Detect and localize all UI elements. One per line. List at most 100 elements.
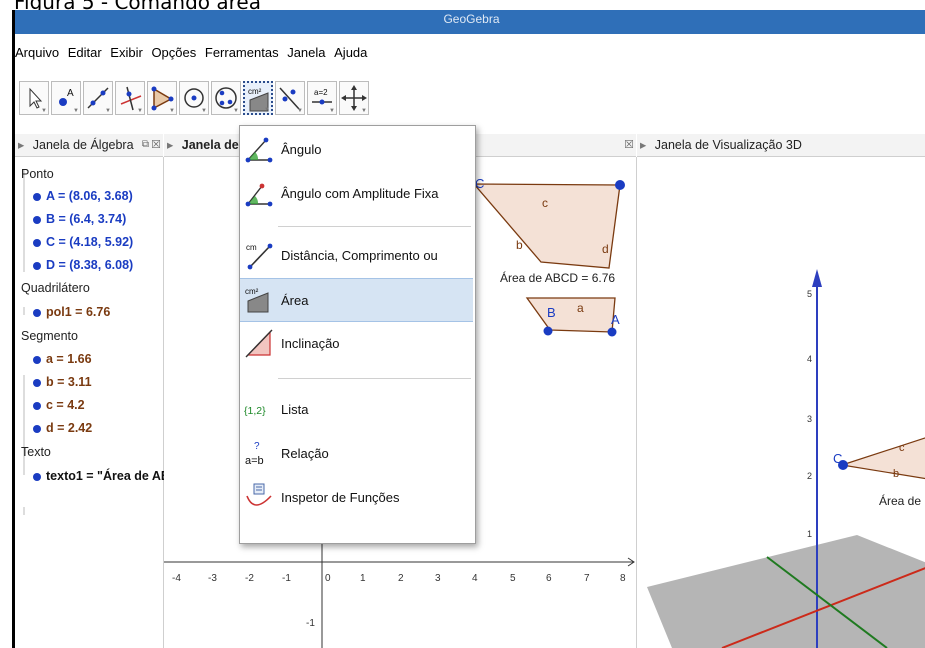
perpendicular-tool-button[interactable]: ▼ [115, 81, 145, 115]
menu-exibir[interactable]: Exibir [110, 45, 143, 60]
visibility-toggle-icon[interactable] [33, 215, 41, 224]
view3d-panel-title: Janela de Visualização 3D [654, 138, 802, 152]
algebra-item-segment-b[interactable]: b = 3.11 [33, 375, 92, 389]
visibility-toggle-icon[interactable] [33, 401, 41, 410]
menu-ajuda[interactable]: Ajuda [334, 45, 367, 60]
y-tick-label: -1 [306, 618, 315, 629]
menu-item-distancia[interactable]: cm Distância, Comprimento ou Perímetro [240, 234, 473, 307]
z-tick-label: 1 [807, 529, 812, 539]
algebra-category-segmento: Segmento [21, 329, 78, 343]
menu-item-angulo-amplitude-fixa[interactable]: Ângulo com Amplitude Fixa [240, 172, 473, 216]
conic-tool-button[interactable]: ▼ [211, 81, 241, 115]
visibility-toggle-icon[interactable] [33, 192, 41, 201]
algebra-panel-header: ▸ Janela de Álgebra ⧉ ☒ [15, 134, 163, 157]
menu-separator [278, 378, 471, 379]
x-tick-label: -1 [282, 573, 291, 584]
menu-arquivo[interactable]: Arquivo [15, 45, 59, 60]
visibility-toggle-icon[interactable] [33, 238, 41, 247]
close-panel-icon[interactable]: ☒ [624, 134, 634, 156]
point-tool-button[interactable]: A ▼ [51, 81, 81, 115]
z-axis-arrow-icon [812, 269, 822, 287]
visibility-toggle-icon[interactable] [33, 261, 41, 270]
panel-collapse-icon[interactable]: ▸ [167, 138, 173, 152]
relation-icon: ? a=b [245, 441, 264, 467]
svg-text:A: A [67, 88, 74, 99]
geogebra-window: GeoGebra Arquivo Editar Exibir Opções Fe… [12, 10, 925, 648]
menu-item-lista[interactable]: {1,2} Lista [240, 388, 473, 432]
x-tick-label: -4 [172, 573, 181, 584]
algebra-item-point-b[interactable]: B = (6.4, 3.74) [33, 212, 126, 226]
menu-item-inspetor-funcoes[interactable]: Inspetor de Funções [240, 476, 473, 520]
algebra-category-ponto: Ponto [21, 167, 54, 181]
slider-tool-button[interactable]: a=2 ▼ [307, 81, 337, 115]
menu-item-relacao[interactable]: ? a=b Relação [240, 432, 473, 476]
circle-tool-button[interactable]: ▼ [179, 81, 209, 115]
algebra-item-point-c[interactable]: C = (4.18, 5.92) [33, 235, 133, 249]
menu-item-label: Inclinação [281, 336, 340, 351]
menu-item-inclinacao[interactable]: Inclinação [240, 322, 473, 366]
algebra-item-pol1[interactable]: pol1 = 6.76 [33, 305, 110, 319]
z-tick-label: 3 [807, 414, 812, 424]
menu-editar[interactable]: Editar [68, 45, 102, 60]
menu-item-area[interactable]: cm² Área [240, 278, 473, 322]
undock-icon[interactable]: ⧉ [142, 134, 149, 156]
algebra-item-point-a[interactable]: A = (8.06, 3.68) [33, 189, 133, 203]
area-tool-button[interactable]: cm² ▼ [243, 81, 273, 115]
close-panel-icon[interactable]: ☒ [151, 134, 161, 156]
polygon-tool-button[interactable]: ▼ [147, 81, 177, 115]
x-tick-label: -2 [245, 573, 254, 584]
move-view-tool-button[interactable]: ▼ [339, 81, 369, 115]
x-tick-label: 6 [546, 573, 552, 584]
menu-janela[interactable]: Janela [287, 45, 325, 60]
menu-item-label: Inspetor de Funções [281, 490, 400, 505]
polygon-pol1-lower[interactable] [525, 297, 616, 333]
point-b[interactable] [543, 326, 553, 336]
polygon-3d[interactable] [841, 437, 925, 480]
panel-collapse-icon[interactable]: ▸ [640, 138, 646, 152]
view3d-panel-header: ▸ Janela de Visualização 3D [637, 134, 925, 157]
segment-b-label: b [516, 238, 523, 252]
svg-text:cm²: cm² [245, 287, 259, 296]
view3d-canvas[interactable]: 5 4 3 2 1 C c b Área de [637, 157, 925, 648]
segment-d-label: d [602, 242, 609, 256]
point-d[interactable] [615, 180, 625, 190]
visibility-toggle-icon[interactable] [33, 308, 41, 317]
reflect-tool-button[interactable]: ▼ [275, 81, 305, 115]
line-tool-button[interactable]: ▼ [83, 81, 113, 115]
visibility-toggle-icon[interactable] [33, 378, 41, 387]
view-3d[interactable]: 5 4 3 2 1 C c b Área de [637, 157, 925, 648]
menu-item-angulo[interactable]: Ângulo [240, 128, 473, 172]
svg-text:a=2: a=2 [314, 88, 328, 97]
point-a[interactable] [607, 327, 617, 337]
area-text[interactable]: Área de ABCD = 6.76 [500, 270, 615, 285]
z-tick-label: 4 [807, 354, 812, 364]
segment-a-label: a [577, 301, 584, 315]
algebra-item-segment-c[interactable]: c = 4.2 [33, 398, 85, 412]
algebra-item-texto1[interactable]: texto1 = "Área de AE [33, 469, 169, 483]
visibility-toggle-icon[interactable] [33, 472, 41, 481]
move-tool-button[interactable]: ▼ [19, 81, 49, 115]
menu-item-label: Ângulo com Amplitude Fixa [281, 186, 439, 201]
point-b-label: B [547, 305, 556, 320]
menu-item-label: Lista [281, 402, 309, 417]
menu-bar: Arquivo Editar Exibir Opções Ferramentas… [15, 34, 925, 72]
x-tick-label: 5 [510, 573, 516, 584]
algebra-item-segment-a[interactable]: a = 1.66 [33, 352, 92, 366]
svg-text:{1,2}: {1,2} [244, 405, 266, 417]
x-tick-label: 2 [398, 573, 404, 584]
z-tick-label: 5 [807, 289, 812, 299]
segment-b-3d-label: b [893, 468, 899, 480]
algebra-category-quadrilatero: Quadrilátero [21, 281, 90, 295]
z-tick-labels: 5 4 3 2 1 [807, 289, 812, 539]
point-c-label: C [475, 176, 484, 191]
algebra-item-segment-d[interactable]: d = 2.42 [33, 421, 92, 435]
algebra-item-point-d[interactable]: D = (8.38, 6.08) [33, 258, 133, 272]
visibility-toggle-icon[interactable] [33, 424, 41, 433]
x-tick-label: 7 [584, 573, 590, 584]
menu-ferramentas[interactable]: Ferramentas [205, 45, 279, 60]
visibility-toggle-icon[interactable] [33, 355, 41, 364]
point-c-3d-label: C [833, 451, 842, 466]
x-tick-label: 1 [360, 573, 366, 584]
menu-opcoes[interactable]: Opções [151, 45, 196, 60]
panel-collapse-icon[interactable]: ▸ [18, 138, 24, 152]
